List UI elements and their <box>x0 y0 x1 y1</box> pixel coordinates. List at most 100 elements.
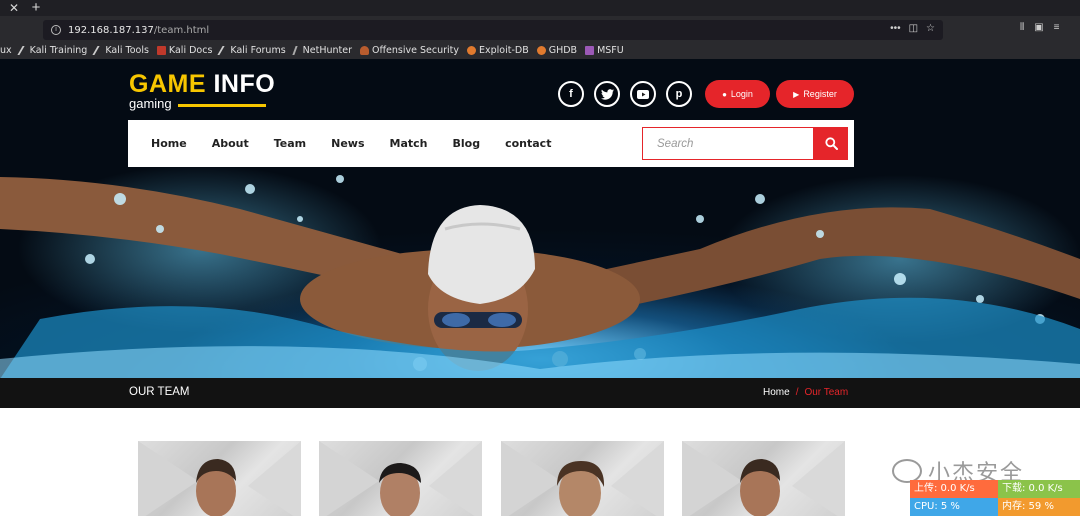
main-menu: Home About Team News Match Blog contact <box>128 120 854 167</box>
menu-team[interactable]: Team <box>274 137 306 150</box>
goggle-lens-left <box>442 313 470 327</box>
menu-items: Home About Team News Match Blog contact <box>151 120 576 167</box>
browser-tab-bar: ✕ + <box>0 0 1080 16</box>
menu-about[interactable]: About <box>212 137 249 150</box>
logo-word-info: INFO <box>213 70 276 98</box>
close-tab-icon[interactable]: ✕ <box>0 0 28 16</box>
msfu-icon <box>585 46 595 55</box>
twitter-icon[interactable] <box>594 81 620 107</box>
logo-word-game: GAME <box>129 70 206 98</box>
search-icon <box>824 137 838 150</box>
bookmarks-bar: ux Kali Training Kali Tools Kali Docs Ka… <box>0 42 1080 59</box>
menu-contact[interactable]: contact <box>505 137 551 150</box>
sidebar-icon[interactable]: ▣ <box>1034 22 1043 33</box>
system-monitor-widget: 上传: 0.0 K/s 下载: 0.0 K/s CPU: 5 % 内存: 59 … <box>910 480 1080 516</box>
menu-icon[interactable]: ≡ <box>1054 22 1060 33</box>
team-card[interactable] <box>138 441 301 516</box>
screen: ✕ + i 192.168.187.137/team.html ••• ◫ ☆ … <box>0 0 1080 516</box>
cpu-usage: CPU: 5 % <box>910 498 998 516</box>
bookmark-ghdb[interactable]: GHDB <box>536 45 578 56</box>
menu-news[interactable]: News <box>331 137 364 150</box>
kali-dragon-icon <box>217 46 231 55</box>
bookmark-kali-training[interactable]: Kali Training <box>17 45 88 56</box>
cart-icon: ▶ <box>793 89 800 99</box>
youtube-play-shape <box>637 89 649 99</box>
offsec-icon <box>360 46 370 55</box>
bookmark-label: MSFU <box>597 45 624 56</box>
youtube-icon[interactable] <box>630 81 656 107</box>
browser-nav-bar: i 192.168.187.137/team.html ••• ◫ ☆ ⫴ ▣ … <box>0 16 1080 42</box>
url-path: /team.html <box>153 24 210 36</box>
login-button[interactable]: ● Login <box>705 80 770 108</box>
url-text: 192.168.187.137/team.html <box>68 25 209 36</box>
new-tab-icon[interactable]: + <box>28 0 44 16</box>
social-links: f p <box>558 81 692 107</box>
team-card[interactable] <box>319 441 482 516</box>
page-actions-icon[interactable]: ••• <box>890 23 901 34</box>
bookmark-msfu[interactable]: MSFU <box>585 45 624 56</box>
bookmark-label: Kali Docs <box>168 45 213 56</box>
web-page: GAME INFO gaming f p ● Login ▶ Register … <box>0 59 1080 516</box>
bookmark-label: Kali Training <box>29 45 88 56</box>
search-box <box>642 127 814 160</box>
register-label: Register <box>803 89 837 99</box>
bookmark-label: ux <box>0 45 12 56</box>
search-button[interactable] <box>814 127 848 160</box>
library-icon[interactable]: ⫴ <box>1020 22 1024 33</box>
twitter-bird-shape <box>600 88 614 100</box>
logo-title: GAME INFO <box>129 71 275 97</box>
menu-home[interactable]: Home <box>151 137 187 150</box>
bookmark-label: NetHunter <box>302 45 353 56</box>
page-title: OUR TEAM <box>129 386 190 398</box>
page-header-bar: OUR TEAM Home / Our Team <box>0 378 1080 408</box>
bookmark-kali-forums[interactable]: Kali Forums <box>217 45 286 56</box>
player-photo <box>138 441 301 516</box>
bookmark-label: Kali Tools <box>105 45 149 56</box>
team-card[interactable] <box>501 441 664 516</box>
bookmark-exploit-db[interactable]: Exploit-DB <box>467 45 529 56</box>
bookmark-ux[interactable]: ux <box>0 45 12 56</box>
kali-docs-icon <box>156 46 166 55</box>
menu-match[interactable]: Match <box>390 137 428 150</box>
goggle-lens-right <box>488 313 516 327</box>
register-button[interactable]: ▶ Register <box>776 80 854 108</box>
bookmark-offensive-security[interactable]: Offensive Security <box>360 45 459 56</box>
kali-dragon-icon <box>17 46 30 55</box>
pinterest-icon[interactable]: p <box>666 81 692 107</box>
bookmark-kali-tools[interactable]: Kali Tools <box>92 45 149 56</box>
toolbar-right: ⫴ ▣ ≡ <box>1020 22 1060 33</box>
address-bar[interactable]: i 192.168.187.137/team.html ••• ◫ ☆ <box>43 20 943 40</box>
logo-underline <box>177 103 266 107</box>
user-icon: ● <box>722 89 727 99</box>
memory-usage: 内存: 59 % <box>998 498 1080 516</box>
bookmark-label: Exploit-DB <box>479 45 529 56</box>
address-bar-actions: ••• ◫ ☆ <box>890 23 935 34</box>
logo-subtitle-text: gaming <box>129 96 172 111</box>
site-info-icon[interactable]: i <box>51 25 61 35</box>
player-photo <box>319 441 482 516</box>
facebook-icon[interactable]: f <box>558 81 584 107</box>
bookmark-label: Offensive Security <box>372 45 459 56</box>
bookmark-kali-docs[interactable]: Kali Docs <box>156 45 213 56</box>
login-label: Login <box>730 89 753 99</box>
player-photo <box>501 441 664 516</box>
url-host: 192.168.187.137 <box>68 24 154 36</box>
player-photo <box>682 441 845 516</box>
breadcrumb-current: Our Team <box>804 387 849 398</box>
nethunter-icon <box>292 46 302 55</box>
breadcrumb: Home / Our Team <box>763 387 848 398</box>
bookmark-label: GHDB <box>548 45 578 56</box>
search-input[interactable] <box>657 137 807 150</box>
bookmark-star-icon[interactable]: ☆ <box>926 23 935 34</box>
download-speed: 下载: 0.0 K/s <box>998 480 1080 498</box>
team-card[interactable] <box>682 441 845 516</box>
bookmark-label: Kali Forums <box>230 45 286 56</box>
breadcrumb-home[interactable]: Home <box>763 387 790 398</box>
pocket-icon[interactable]: ◫ <box>909 23 918 34</box>
site-logo[interactable]: GAME INFO gaming <box>129 71 275 111</box>
logo-subtitle: gaming <box>129 97 275 111</box>
kali-dragon-icon <box>92 46 105 55</box>
breadcrumb-separator: / <box>795 387 799 398</box>
bookmark-nethunter[interactable]: NetHunter <box>292 45 353 56</box>
menu-blog[interactable]: Blog <box>453 137 481 150</box>
